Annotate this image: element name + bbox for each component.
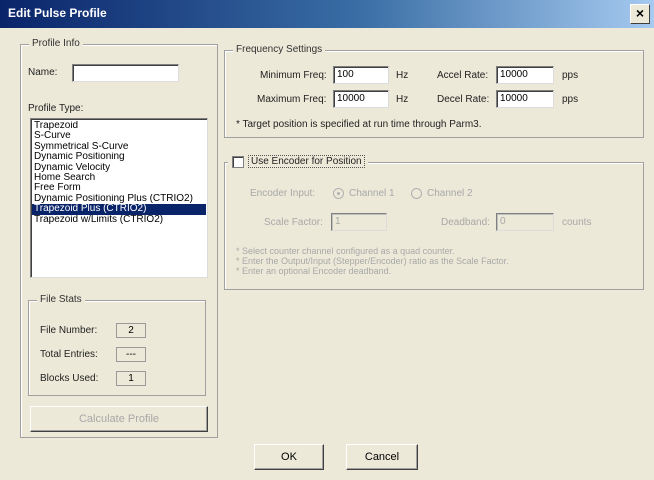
- decel-rate-label: Decel Rate:: [437, 94, 490, 105]
- close-button[interactable]: ×: [630, 4, 650, 24]
- encoder-note-3: * Enter an optional Encoder deadband.: [236, 266, 392, 276]
- decel-rate-input[interactable]: 10000: [496, 90, 554, 108]
- name-input[interactable]: [72, 64, 179, 82]
- total-entries-label: Total Entries:: [40, 349, 98, 360]
- min-freq-input[interactable]: 100: [333, 66, 389, 84]
- file-stats-legend: File Stats: [37, 294, 85, 305]
- encoder-note-1: * Select counter channel configured as a…: [236, 246, 455, 256]
- encoder-note-2: * Enter the Output/Input (Stepper/Encode…: [236, 256, 509, 266]
- min-freq-unit: Hz: [396, 70, 409, 81]
- target-position-note: * Target position is specified at run ti…: [236, 119, 482, 130]
- profile-type-option[interactable]: Trapezoid: [32, 121, 206, 131]
- max-freq-unit: Hz: [396, 94, 409, 105]
- profile-info-legend: Profile Info: [29, 38, 83, 49]
- encoder-toggle[interactable]: Use Encoder for Position: [228, 154, 368, 170]
- blocks-used-value: 1: [116, 371, 146, 386]
- max-freq-label: Maximum Freq:: [257, 94, 327, 105]
- encoder-input-label: Encoder Input:: [250, 188, 316, 199]
- channel-2-radio[interactable]: [411, 188, 422, 199]
- channel-1-radio[interactable]: [333, 188, 344, 199]
- profile-type-option[interactable]: Dynamic Positioning Plus (CTRIO2): [32, 194, 206, 204]
- max-freq-input[interactable]: 10000: [333, 90, 389, 108]
- cancel-button[interactable]: Cancel: [346, 444, 418, 470]
- blocks-used-label: Blocks Used:: [40, 373, 99, 384]
- deadband-label: Deadband:: [441, 217, 490, 228]
- profile-type-option[interactable]: Symmetrical S-Curve: [32, 142, 206, 152]
- title-bar[interactable]: Edit Pulse Profile ×: [0, 0, 654, 28]
- name-label: Name:: [28, 67, 58, 78]
- channel-1-label: Channel 1: [349, 188, 395, 199]
- scale-factor-input[interactable]: 1: [331, 213, 387, 231]
- total-entries-value: ---: [116, 347, 146, 362]
- edit-pulse-profile-dialog: Edit Pulse Profile × Profile Info Name: …: [0, 0, 654, 480]
- use-encoder-checkbox[interactable]: [232, 156, 244, 168]
- use-encoder-label: Use Encoder for Position: [248, 155, 365, 168]
- close-icon: ×: [635, 5, 645, 21]
- profile-type-option[interactable]: Dynamic Velocity: [32, 163, 206, 173]
- profile-type-option[interactable]: S-Curve: [32, 131, 206, 141]
- ok-button[interactable]: OK: [254, 444, 324, 470]
- file-number-value: 2: [116, 323, 146, 338]
- decel-rate-unit: pps: [562, 94, 579, 105]
- min-freq-label: Minimum Freq:: [260, 70, 327, 81]
- frequency-settings-legend: Frequency Settings: [233, 44, 326, 55]
- profile-type-option[interactable]: Dynamic Positioning: [32, 152, 206, 162]
- file-number-label: File Number:: [40, 325, 98, 336]
- deadband-unit: counts: [562, 217, 592, 228]
- window-title: Edit Pulse Profile: [8, 6, 107, 20]
- calculate-profile-button[interactable]: Calculate Profile: [30, 406, 208, 432]
- profile-type-option[interactable]: Home Search: [32, 173, 206, 183]
- accel-rate-unit: pps: [562, 70, 579, 81]
- scale-factor-label: Scale Factor:: [264, 217, 323, 228]
- accel-rate-label: Accel Rate:: [437, 70, 489, 81]
- profile-type-listbox[interactable]: Trapezoid S-Curve Symmetrical S-Curve Dynam…: [30, 118, 208, 278]
- profile-type-option[interactable]: Trapezoid Plus (CTRIO2): [32, 204, 206, 215]
- profile-type-option[interactable]: Free Form: [32, 183, 206, 193]
- profile-type-label: Profile Type:: [28, 103, 84, 114]
- accel-rate-input[interactable]: 10000: [496, 66, 554, 84]
- profile-type-option[interactable]: Trapezoid w/Limits (CTRIO2): [32, 215, 206, 225]
- channel-2-label: Channel 2: [427, 188, 473, 199]
- deadband-input[interactable]: 0: [496, 213, 554, 231]
